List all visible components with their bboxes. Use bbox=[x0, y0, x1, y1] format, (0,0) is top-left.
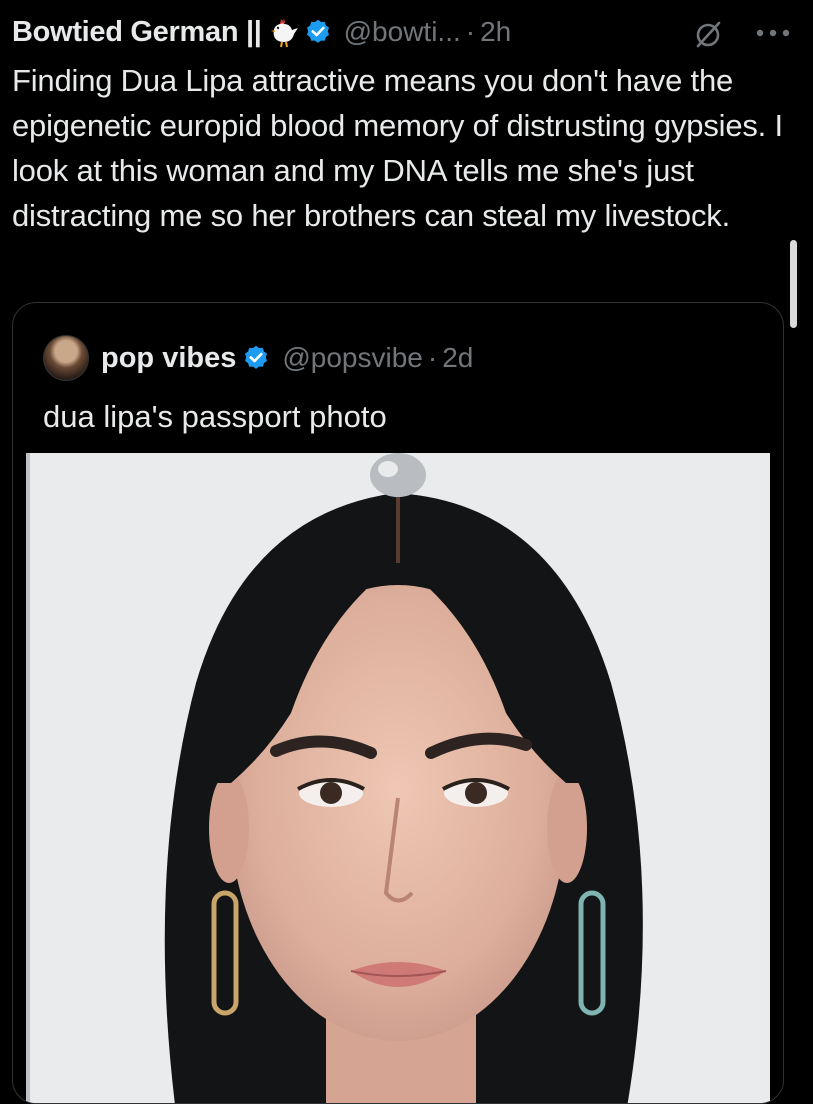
tweet-text: Finding Dua Lipa attractive means you do… bbox=[12, 63, 783, 233]
rooster-emoji-icon bbox=[268, 16, 300, 48]
grok-icon[interactable] bbox=[692, 18, 724, 50]
author-name[interactable]: Bowtied German || bbox=[12, 16, 262, 49]
quoted-tweet-header: pop vibes @popsvibe · 2d bbox=[43, 335, 473, 381]
portrait-photo[interactable] bbox=[26, 453, 770, 1103]
quoted-author-handle[interactable]: @popsvibe bbox=[282, 342, 423, 374]
quoted-tweet-text: dua lipa's passport photo bbox=[43, 399, 387, 434]
separator-dot: · bbox=[427, 342, 438, 373]
scrollbar[interactable] bbox=[790, 240, 797, 328]
verified-badge-icon[interactable] bbox=[304, 18, 332, 46]
tweet-header: Bowtied German || @bowti... · 2h bbox=[12, 12, 792, 52]
avatar[interactable] bbox=[43, 335, 89, 381]
quoted-author-name[interactable]: pop vibes bbox=[101, 342, 236, 375]
author-handle[interactable]: @bowti... bbox=[344, 16, 461, 48]
separator-dot: · bbox=[465, 16, 476, 47]
quoted-tweet-time[interactable]: 2d bbox=[442, 342, 473, 374]
verified-badge-icon[interactable] bbox=[242, 344, 270, 372]
more-options-icon[interactable] bbox=[754, 26, 792, 38]
tweet-time[interactable]: 2h bbox=[480, 16, 511, 48]
quoted-tweet-card[interactable]: pop vibes @popsvibe · 2d dua lipa's pass… bbox=[12, 302, 784, 1104]
